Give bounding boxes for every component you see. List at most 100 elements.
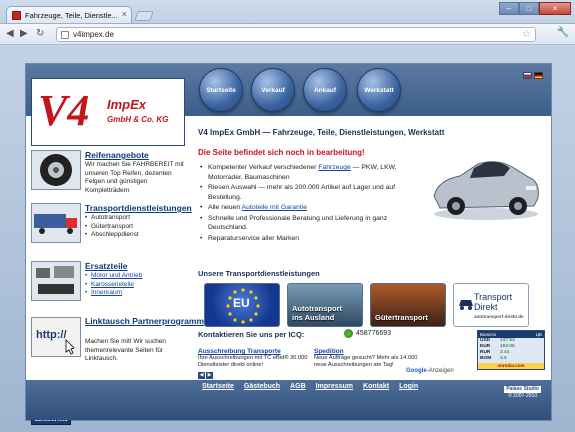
- tile-ausland-line1: Autotransport: [292, 304, 342, 313]
- list-item: Reparaturservice aller Marken: [198, 234, 423, 244]
- list-item: Schnelle und Professionale Beratung und …: [198, 214, 423, 233]
- parts-title[interactable]: Ersatzteile: [85, 261, 128, 271]
- parts-link-motor[interactable]: Motor und Antrieb: [85, 272, 142, 281]
- list-item: Gütertransport: [85, 223, 139, 232]
- maximize-button[interactable]: □: [519, 2, 539, 15]
- tile-transport-direkt[interactable]: Transport Direkt autotransport-direkt.de: [453, 283, 529, 327]
- icq-flower-icon: [344, 329, 353, 338]
- close-window-button[interactable]: ×: [539, 2, 571, 15]
- rates-source[interactable]: nnrndar.com: [478, 363, 544, 369]
- forward-icon[interactable]: ▶: [20, 28, 28, 40]
- tile-gueter-label: Gütertransport: [375, 313, 428, 322]
- wrench-icon[interactable]: 🔧: [557, 27, 569, 38]
- nav-ankauf[interactable]: Ankauf: [303, 68, 347, 112]
- page-background: Startseite Verkauf Ankauf Werkstatt V4 I…: [0, 45, 575, 432]
- ad-right[interactable]: Spedition Neue Aufträge gesucht? Mehr al…: [314, 348, 424, 370]
- flag-de-icon[interactable]: [534, 72, 543, 79]
- tile-ausland-line2: ins Ausland: [292, 313, 335, 322]
- tile-direkt-url: autotransport-direkt.de: [474, 314, 524, 319]
- tile-eu-label: EU: [233, 296, 250, 310]
- rates-head-right: ЦБ: [535, 332, 542, 337]
- footer-link-agb[interactable]: AGB: [290, 383, 306, 390]
- ad-prev-icon[interactable]: ◀: [198, 372, 205, 379]
- rate-row: BOM 3.5: [480, 356, 507, 361]
- address-bar[interactable]: v4impex.de ☆: [56, 27, 536, 42]
- nav-startseite[interactable]: Startseite: [199, 68, 243, 112]
- list-item: Autotransport: [85, 214, 139, 223]
- minimize-button[interactable]: –: [499, 2, 519, 15]
- favicon-icon: [12, 11, 21, 20]
- tire-image[interactable]: [31, 150, 81, 190]
- parts-image[interactable]: [31, 261, 81, 301]
- site-logo[interactable]: V4 ImpEx GmbH & Co. KG: [31, 78, 185, 146]
- url-text: v4impex.de: [73, 30, 114, 39]
- icq-number[interactable]: 458776693: [356, 330, 391, 337]
- transport-title[interactable]: Transportdienstleistungen: [85, 203, 192, 213]
- footer: Startseite Gästebuch AGB Impressum Konta…: [26, 380, 551, 420]
- http-image[interactable]: http://: [31, 317, 81, 357]
- construction-notice: Die Seite befindet sich noch in bearbeit…: [198, 148, 365, 157]
- ad-left[interactable]: Ausschreibung Transporte Ihre Ausschreib…: [198, 348, 308, 370]
- ad-next-icon[interactable]: ▶: [206, 372, 213, 379]
- logo-mark: V4: [38, 86, 90, 135]
- footer-link-gaestebuch[interactable]: Gästebuch: [244, 383, 280, 390]
- parts-link-innenraum[interactable]: Innenraum: [85, 289, 142, 298]
- footer-link-login[interactable]: Login: [399, 383, 418, 390]
- ad-left-title[interactable]: Ausschreibung Transporte: [198, 348, 308, 355]
- ad-right-title[interactable]: Spedition: [314, 348, 424, 355]
- svg-text:http://: http://: [36, 329, 67, 341]
- footer-link-startseite[interactable]: Startseite: [202, 383, 234, 390]
- google-ads-label[interactable]: Google-Anzeigen: [406, 368, 454, 374]
- window-controls: – □ ×: [499, 2, 571, 15]
- tile-guetertransport[interactable]: Gütertransport: [370, 283, 446, 327]
- contact-label: Kontaktieren Sie uns per ICQ:: [198, 330, 305, 339]
- footer-link-kontakt[interactable]: Kontakt: [363, 383, 389, 390]
- list-item: Riesen Auswahl — mehr als 200.000 Artike…: [198, 183, 423, 202]
- transport-tiles: EU Autotransport ins Ausland Gütertranspo…: [204, 283, 529, 327]
- car-logo-icon: [459, 300, 473, 310]
- new-tab-button[interactable]: [134, 11, 154, 21]
- flag-ru-icon[interactable]: [523, 72, 532, 79]
- autoteile-link[interactable]: Autoteile mit Garantie: [242, 204, 307, 211]
- list-item: Kompetenter Verkauf verschiedener Fahrze…: [198, 163, 423, 182]
- tires-title[interactable]: Reifenangebote: [85, 150, 149, 160]
- transport-services-title: Unsere Transportdienstleistungen: [198, 269, 320, 278]
- car-image: [426, 146, 544, 224]
- fahrzeuge-link[interactable]: Fahrzeuge: [318, 164, 351, 171]
- close-tab-icon[interactable]: ×: [122, 9, 127, 19]
- reload-icon[interactable]: ↻: [36, 28, 44, 40]
- ad-left-text: Ihre Ausschreibungen mit TC eBid® 30.000…: [198, 355, 308, 369]
- currency-rates-widget[interactable]: Валюта ЦБ USD 147.53 EUR 193.05 RUR 2.44 BOM…: [477, 330, 545, 370]
- tile-eu[interactable]: EU: [204, 283, 280, 327]
- page-title: V4 ImpEx GmbH — Fahrzeuge, Teile, Dienst…: [198, 128, 445, 137]
- list-item: Alle neuen Autoteile mit Garantie: [198, 203, 423, 213]
- nav-verkauf[interactable]: Verkauf: [251, 68, 295, 112]
- truck-image[interactable]: [31, 203, 81, 243]
- browser-chrome: Fahrzeuge, Teile, Dienstle... × – □ × ◀ …: [0, 0, 575, 44]
- studio-name: Palase Studio: [504, 386, 541, 393]
- tires-text: Wir machen Sie FAHRBEREIT mit unseren To…: [85, 161, 184, 194]
- parts-list: Motor und Antrieb Karosserieteile Innenr…: [85, 272, 142, 298]
- browser-tab[interactable]: Fahrzeuge, Teile, Dienstle... ×: [6, 6, 132, 23]
- rates-head-left: Валюта: [480, 332, 496, 337]
- tile-direkt-line1: Transport: [474, 292, 513, 302]
- nav-werkstatt[interactable]: Werkstatt: [357, 68, 401, 112]
- copyright: © 2007-2010: [508, 393, 538, 399]
- footer-link-impressum[interactable]: Impressum: [316, 383, 353, 390]
- ad-arrows: ◀ ▶: [198, 372, 213, 379]
- studio-credit[interactable]: Palase Studio © 2007-2010: [504, 386, 541, 400]
- tile-direkt-line2: Direkt: [474, 302, 498, 312]
- tab-title: Fahrzeuge, Teile, Dienstle...: [25, 11, 117, 20]
- footer-links: Startseite Gästebuch AGB Impressum Konta…: [202, 383, 418, 390]
- parts-link-karosserie[interactable]: Karosserieteile: [85, 281, 142, 290]
- language-flags: [523, 72, 543, 79]
- linktausch-title[interactable]: Linktausch Partnerprogramm: [85, 317, 204, 326]
- back-icon[interactable]: ◀: [6, 28, 14, 40]
- site-container: Startseite Verkauf Ankauf Werkstatt V4 I…: [25, 63, 552, 425]
- tile-autotransport-ausland[interactable]: Autotransport ins Ausland: [287, 283, 363, 327]
- icq-contact: Kontaktieren Sie uns per ICQ: 458776693: [198, 329, 391, 339]
- bookmark-star-icon[interactable]: ☆: [522, 29, 531, 40]
- logo-name: ImpEx: [107, 97, 147, 112]
- page-icon: [61, 31, 69, 39]
- feature-list: Kompetenter Verkauf verschiedener Fahrze…: [198, 163, 423, 244]
